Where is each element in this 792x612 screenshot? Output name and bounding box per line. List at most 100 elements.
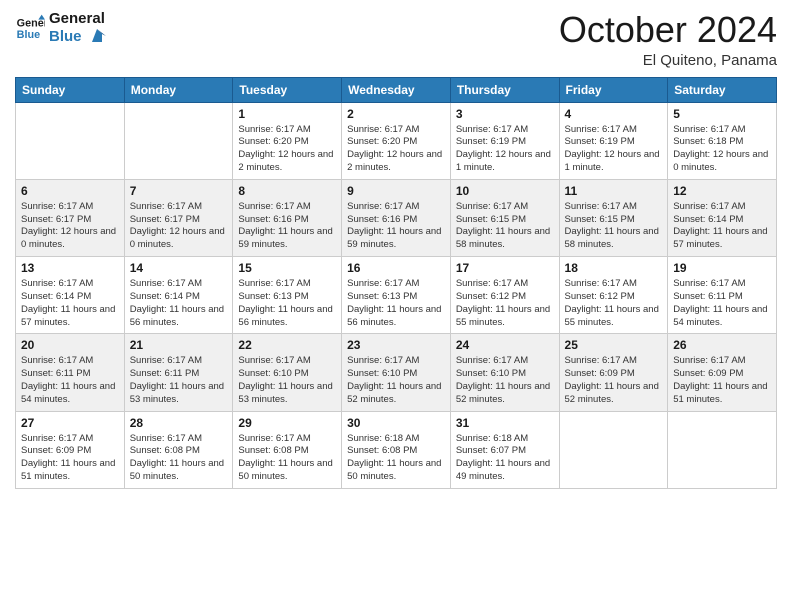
day-number: 1 bbox=[238, 107, 336, 121]
header-wednesday: Wednesday bbox=[342, 77, 451, 102]
cell-content: 13Sunrise: 6:17 AM Sunset: 6:14 PM Dayli… bbox=[21, 261, 119, 329]
day-info: Sunrise: 6:17 AM Sunset: 6:08 PM Dayligh… bbox=[130, 433, 228, 484]
calendar-week-row: 13Sunrise: 6:17 AM Sunset: 6:14 PM Dayli… bbox=[16, 257, 777, 334]
cell-content: 30 Sunrise: 6:18 AM Sunset: 6:08 PM Dayli… bbox=[347, 416, 445, 484]
header-monday: Monday bbox=[124, 77, 233, 102]
table-row: 12Sunrise: 6:17 AM Sunset: 6:14 PM Dayli… bbox=[668, 179, 777, 256]
cell-content: 14Sunrise: 6:17 AM Sunset: 6:14 PM Dayli… bbox=[130, 261, 228, 329]
day-number: 21 bbox=[130, 338, 228, 352]
header-sunday: Sunday bbox=[16, 77, 125, 102]
table-row: 14Sunrise: 6:17 AM Sunset: 6:14 PM Dayli… bbox=[124, 257, 233, 334]
logo-text: GeneralBlue bbox=[49, 10, 106, 46]
day-number: 15 bbox=[238, 261, 336, 275]
table-row: 23 Sunrise: 6:17 AM Sunset: 6:10 PM Dayli… bbox=[342, 334, 451, 411]
table-row: 3Sunrise: 6:17 AM Sunset: 6:19 PM Daylig… bbox=[450, 102, 559, 179]
table-row: 6 Sunrise: 6:17 AM Sunset: 6:17 PM Daylig… bbox=[16, 179, 125, 256]
cell-content: 7Sunrise: 6:17 AM Sunset: 6:17 PM Daylig… bbox=[130, 184, 228, 252]
header: General Blue GeneralBlue October 2024 El… bbox=[15, 10, 777, 69]
header-thursday: Thursday bbox=[450, 77, 559, 102]
header-saturday: Saturday bbox=[668, 77, 777, 102]
day-info: Sunrise: 6:17 AM Sunset: 6:16 PM Dayligh… bbox=[238, 201, 336, 252]
title-block: October 2024 El Quiteno, Panama bbox=[559, 10, 777, 69]
subtitle: El Quiteno, Panama bbox=[559, 52, 777, 69]
cell-content: 15Sunrise: 6:17 AM Sunset: 6:13 PM Dayli… bbox=[238, 261, 336, 329]
cell-content: 17Sunrise: 6:17 AM Sunset: 6:12 PM Dayli… bbox=[456, 261, 554, 329]
table-row: 27Sunrise: 6:17 AM Sunset: 6:09 PM Dayli… bbox=[16, 411, 125, 488]
cell-content: 26 Sunrise: 6:17 AM Sunset: 6:09 PM Dayli… bbox=[673, 338, 771, 406]
table-row: 21Sunrise: 6:17 AM Sunset: 6:11 PM Dayli… bbox=[124, 334, 233, 411]
day-info: Sunrise: 6:17 AM Sunset: 6:19 PM Dayligh… bbox=[565, 124, 663, 175]
day-info: Sunrise: 6:17 AM Sunset: 6:11 PM Dayligh… bbox=[21, 355, 119, 406]
day-number: 11 bbox=[565, 184, 663, 198]
day-number: 23 bbox=[347, 338, 445, 352]
table-row: 20Sunrise: 6:17 AM Sunset: 6:11 PM Dayli… bbox=[16, 334, 125, 411]
day-number: 30 bbox=[347, 416, 445, 430]
cell-content: 9Sunrise: 6:17 AM Sunset: 6:16 PM Daylig… bbox=[347, 184, 445, 252]
day-info: Sunrise: 6:17 AM Sunset: 6:11 PM Dayligh… bbox=[673, 278, 771, 329]
day-info: Sunrise: 6:18 AM Sunset: 6:07 PM Dayligh… bbox=[456, 433, 554, 484]
table-row bbox=[124, 102, 233, 179]
table-row: 16Sunrise: 6:17 AM Sunset: 6:13 PM Dayli… bbox=[342, 257, 451, 334]
table-row: 24Sunrise: 6:17 AM Sunset: 6:10 PM Dayli… bbox=[450, 334, 559, 411]
cell-content: 16Sunrise: 6:17 AM Sunset: 6:13 PM Dayli… bbox=[347, 261, 445, 329]
day-info: Sunrise: 6:17 AM Sunset: 6:09 PM Dayligh… bbox=[565, 355, 663, 406]
cell-content: 22Sunrise: 6:17 AM Sunset: 6:10 PM Dayli… bbox=[238, 338, 336, 406]
cell-content: 31Sunrise: 6:18 AM Sunset: 6:07 PM Dayli… bbox=[456, 416, 554, 484]
day-info: Sunrise: 6:17 AM Sunset: 6:17 PM Dayligh… bbox=[130, 201, 228, 252]
table-row: 31Sunrise: 6:18 AM Sunset: 6:07 PM Dayli… bbox=[450, 411, 559, 488]
day-info: Sunrise: 6:17 AM Sunset: 6:10 PM Dayligh… bbox=[347, 355, 445, 406]
cell-content: 3Sunrise: 6:17 AM Sunset: 6:19 PM Daylig… bbox=[456, 107, 554, 175]
table-row: 13Sunrise: 6:17 AM Sunset: 6:14 PM Dayli… bbox=[16, 257, 125, 334]
day-number: 25 bbox=[565, 338, 663, 352]
day-number: 24 bbox=[456, 338, 554, 352]
table-row: 10Sunrise: 6:17 AM Sunset: 6:15 PM Dayli… bbox=[450, 179, 559, 256]
cell-content: 6 Sunrise: 6:17 AM Sunset: 6:17 PM Daylig… bbox=[21, 184, 119, 252]
cell-content: 20Sunrise: 6:17 AM Sunset: 6:11 PM Dayli… bbox=[21, 338, 119, 406]
calendar-week-row: 6 Sunrise: 6:17 AM Sunset: 6:17 PM Daylig… bbox=[16, 179, 777, 256]
day-info: Sunrise: 6:17 AM Sunset: 6:15 PM Dayligh… bbox=[456, 201, 554, 252]
cell-content: 25 Sunrise: 6:17 AM Sunset: 6:09 PM Dayli… bbox=[565, 338, 663, 406]
day-number: 19 bbox=[673, 261, 771, 275]
day-info: Sunrise: 6:17 AM Sunset: 6:20 PM Dayligh… bbox=[238, 124, 336, 175]
table-row: 4Sunrise: 6:17 AM Sunset: 6:19 PM Daylig… bbox=[559, 102, 668, 179]
table-row: 25 Sunrise: 6:17 AM Sunset: 6:09 PM Dayli… bbox=[559, 334, 668, 411]
cell-content: 10Sunrise: 6:17 AM Sunset: 6:15 PM Dayli… bbox=[456, 184, 554, 252]
table-row: 18Sunrise: 6:17 AM Sunset: 6:12 PM Dayli… bbox=[559, 257, 668, 334]
logo: General Blue GeneralBlue bbox=[15, 10, 106, 46]
cell-content: 4Sunrise: 6:17 AM Sunset: 6:19 PM Daylig… bbox=[565, 107, 663, 175]
calendar-week-row: 20Sunrise: 6:17 AM Sunset: 6:11 PM Dayli… bbox=[16, 334, 777, 411]
table-row: 2Sunrise: 6:17 AM Sunset: 6:20 PM Daylig… bbox=[342, 102, 451, 179]
day-info: Sunrise: 6:17 AM Sunset: 6:15 PM Dayligh… bbox=[565, 201, 663, 252]
day-number: 16 bbox=[347, 261, 445, 275]
day-info: Sunrise: 6:17 AM Sunset: 6:09 PM Dayligh… bbox=[21, 433, 119, 484]
table-row: 1 Sunrise: 6:17 AM Sunset: 6:20 PM Daylig… bbox=[233, 102, 342, 179]
day-number: 13 bbox=[21, 261, 119, 275]
day-info: Sunrise: 6:17 AM Sunset: 6:14 PM Dayligh… bbox=[673, 201, 771, 252]
cell-content: 27Sunrise: 6:17 AM Sunset: 6:09 PM Dayli… bbox=[21, 416, 119, 484]
day-number: 6 bbox=[21, 184, 119, 198]
day-info: Sunrise: 6:17 AM Sunset: 6:17 PM Dayligh… bbox=[21, 201, 119, 252]
table-row bbox=[559, 411, 668, 488]
day-info: Sunrise: 6:18 AM Sunset: 6:08 PM Dayligh… bbox=[347, 433, 445, 484]
header-friday: Friday bbox=[559, 77, 668, 102]
calendar-header-row: Sunday Monday Tuesday Wednesday Thursday… bbox=[16, 77, 777, 102]
cell-content: 2Sunrise: 6:17 AM Sunset: 6:20 PM Daylig… bbox=[347, 107, 445, 175]
day-number: 28 bbox=[130, 416, 228, 430]
day-info: Sunrise: 6:17 AM Sunset: 6:12 PM Dayligh… bbox=[456, 278, 554, 329]
day-number: 14 bbox=[130, 261, 228, 275]
logo-icon: General Blue bbox=[15, 13, 45, 43]
cell-content: 1 Sunrise: 6:17 AM Sunset: 6:20 PM Daylig… bbox=[238, 107, 336, 175]
day-number: 9 bbox=[347, 184, 445, 198]
day-number: 26 bbox=[673, 338, 771, 352]
table-row: 26 Sunrise: 6:17 AM Sunset: 6:09 PM Dayli… bbox=[668, 334, 777, 411]
header-tuesday: Tuesday bbox=[233, 77, 342, 102]
month-title: October 2024 bbox=[559, 10, 777, 50]
day-info: Sunrise: 6:17 AM Sunset: 6:09 PM Dayligh… bbox=[673, 355, 771, 406]
cell-content: 18Sunrise: 6:17 AM Sunset: 6:12 PM Dayli… bbox=[565, 261, 663, 329]
cell-content: 12Sunrise: 6:17 AM Sunset: 6:14 PM Dayli… bbox=[673, 184, 771, 252]
day-number: 29 bbox=[238, 416, 336, 430]
svg-text:Blue: Blue bbox=[17, 29, 40, 41]
day-info: Sunrise: 6:17 AM Sunset: 6:20 PM Dayligh… bbox=[347, 124, 445, 175]
day-number: 5 bbox=[673, 107, 771, 121]
table-row: 30 Sunrise: 6:18 AM Sunset: 6:08 PM Dayli… bbox=[342, 411, 451, 488]
